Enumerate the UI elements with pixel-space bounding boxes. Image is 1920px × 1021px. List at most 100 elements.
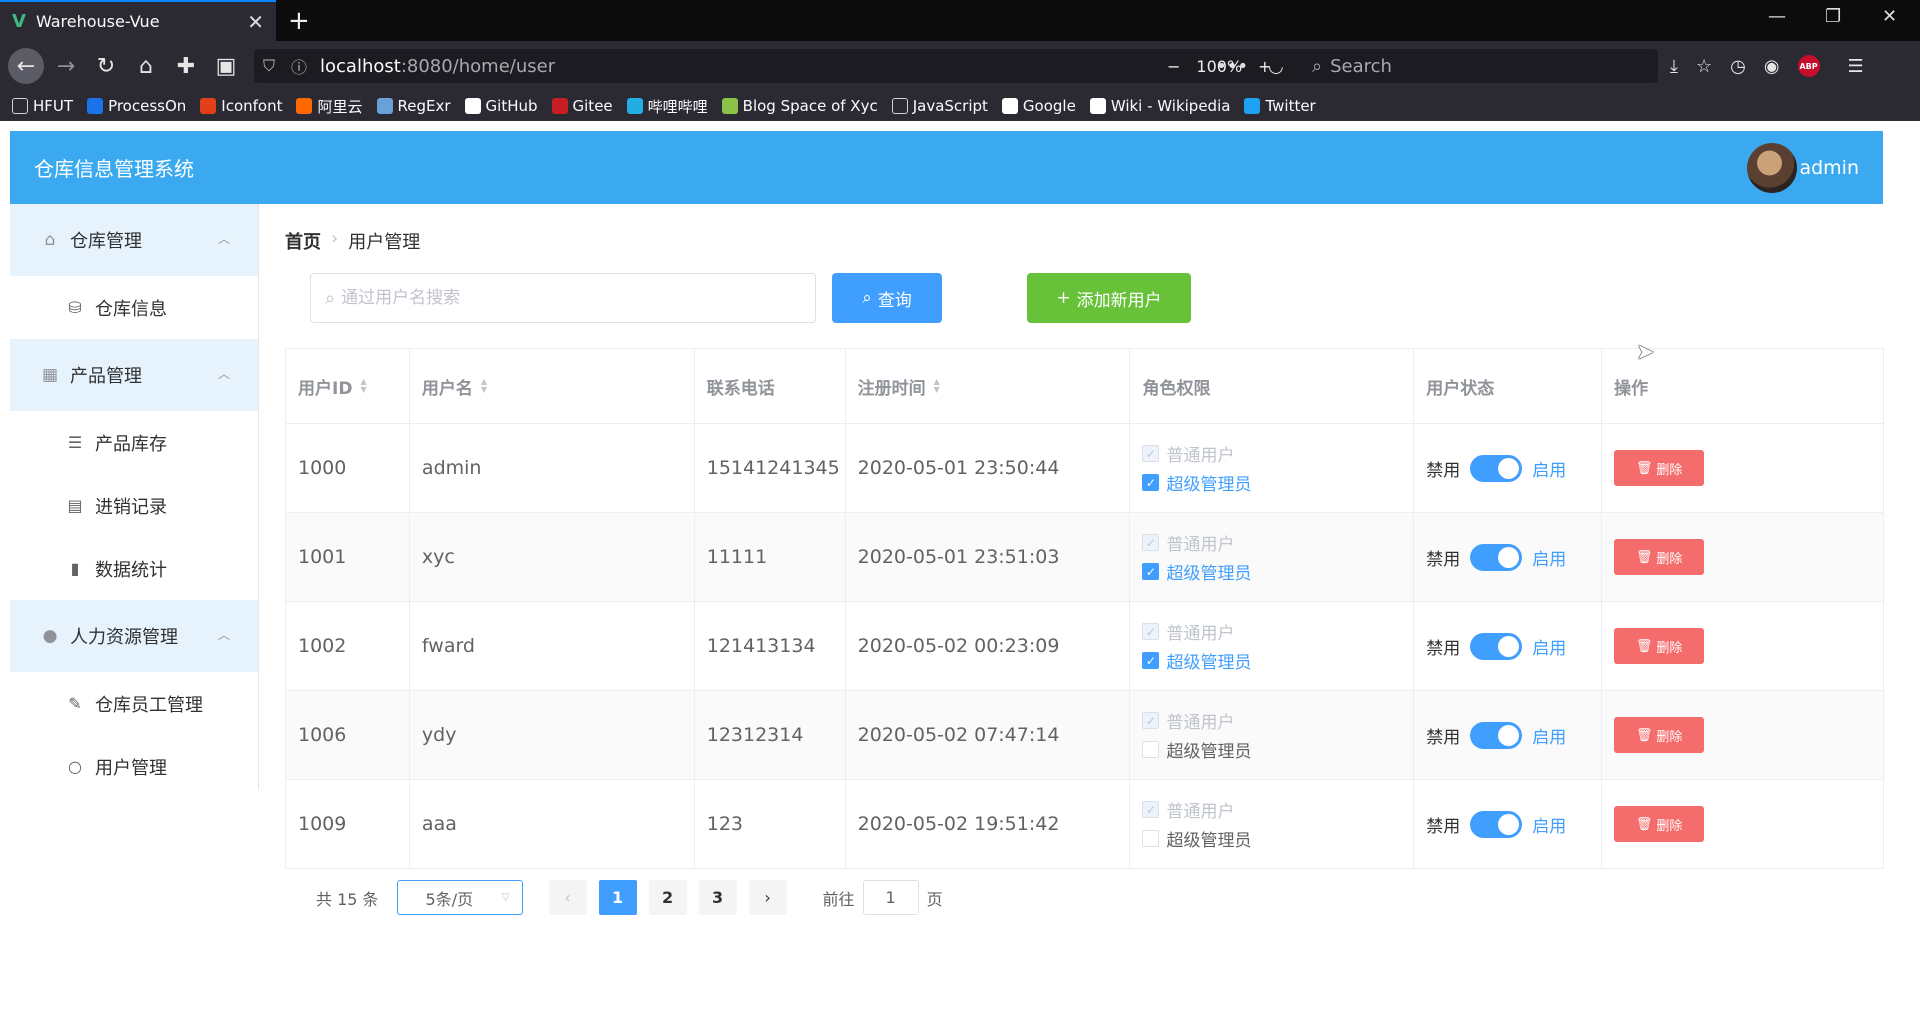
bookmark-item[interactable]: Blog Space of Xyc [721,97,878,115]
home-icon[interactable]: ⌂ [130,50,162,82]
status-enable-label[interactable]: 启用 [1532,812,1566,837]
status-toggle[interactable] [1470,721,1523,749]
checkbox-checked-icon[interactable]: ✓ [1142,474,1160,491]
bookmark-item[interactable]: Gitee [551,97,613,115]
breadcrumb-home[interactable]: 首页 [285,228,321,254]
library-icon[interactable]: ☆ [1696,56,1712,77]
bookmark-item[interactable]: Wiki - Wikipedia [1089,97,1230,115]
status-enable-label[interactable]: 启用 [1532,456,1566,481]
role-checkbox-super-admin[interactable]: ✓ 超级管理员 [1142,559,1251,584]
status-disable-label[interactable]: 禁用 [1426,545,1460,570]
delete-button[interactable]: 🗑 删除 [1614,806,1705,842]
delete-button[interactable]: 🗑 删除 [1614,717,1705,753]
sidebar-group-label: 仓库管理 [70,231,142,252]
status-disable-label[interactable]: 禁用 [1426,634,1460,659]
add-user-button[interactable]: + 添加新用户 [1027,273,1191,323]
download-icon[interactable]: ⤓ [1670,56,1678,77]
bookmark-item[interactable]: Twitter [1244,97,1316,115]
avatar[interactable] [1747,142,1798,193]
username[interactable]: admin [1799,157,1859,179]
bookmark-item[interactable]: ProcessOn [87,97,186,115]
menu-icon[interactable]: ☰ [1848,56,1864,77]
bookmark-item[interactable]: JavaScript [891,97,988,115]
browser-tab-active[interactable]: V Warehouse-Vue ✕ [0,0,276,41]
sidebar-item-product-stock[interactable]: ☰ 产品库存 [10,411,258,474]
checkbox-checked-icon[interactable]: ✓ [1142,563,1160,580]
back-button[interactable]: ← [8,48,44,84]
page-button-3[interactable]: 3 [698,880,737,915]
delete-button[interactable]: 🗑 删除 [1614,450,1705,486]
status-enable-label[interactable]: 启用 [1532,545,1566,570]
bookmark-item[interactable]: Google [1001,97,1076,115]
leaf-icon [721,98,738,114]
status-toggle[interactable] [1470,454,1523,482]
zoom-level[interactable]: 100% [1196,57,1242,76]
sort-icon[interactable]: ▲ ▼ [360,378,366,394]
status-disable-label[interactable]: 禁用 [1426,723,1460,748]
zoom-out-button[interactable]: − [1167,57,1180,76]
sidebar-item-statistics[interactable]: ▮ 数据统计 [10,537,258,600]
shield-icon[interactable]: ⛉ [254,56,284,76]
page-button-2[interactable]: 2 [648,880,687,915]
adblock-icon[interactable]: ABP [1797,55,1820,77]
status-toggle[interactable] [1470,543,1523,571]
checkbox-empty-icon[interactable] [1142,830,1160,847]
history-icon[interactable]: ◷ [1730,56,1746,77]
bookmark-item[interactable]: GitHub [464,97,538,115]
role-checkbox-super-admin[interactable]: ✓ 超级管理员 [1142,470,1251,495]
minimize-button[interactable]: — [1768,6,1786,27]
extensions-icon[interactable]: ✚ [170,50,202,82]
page-button-1[interactable]: 1 [598,880,637,915]
role-checkbox-super-admin[interactable]: 超级管理员 [1142,826,1251,851]
role-checkbox-super-admin[interactable]: 超级管理员 [1142,737,1251,762]
delete-button[interactable]: 🗑 删除 [1614,539,1705,575]
username-search-input[interactable]: ⌕ [310,273,816,323]
sidebar-item-users[interactable]: ○ 用户管理 [10,735,258,798]
user-menu[interactable]: admin [1747,142,1859,193]
zoom-in-button[interactable]: + [1258,57,1271,76]
close-window-button[interactable]: ✕ [1882,6,1897,27]
sidebar-group-product[interactable]: ▦ 产品管理 ︿ [10,339,258,411]
new-tab-button[interactable]: + [288,6,310,36]
sidebar-group-hr[interactable]: ● 人力资源管理 ︿ [10,600,258,672]
info-icon[interactable]: ⓘ [284,54,314,78]
bookmark-item[interactable]: Iconfont [200,97,282,115]
status-enable-label[interactable]: 启用 [1532,723,1566,748]
restore-button[interactable]: ❐ [1825,6,1841,27]
column-header-id[interactable]: 用户ID ▲ ▼ [286,349,410,424]
prev-page-button[interactable]: ‹ [548,880,587,915]
bookmark-item[interactable]: 阿里云 [296,96,363,117]
query-button[interactable]: ⌕ 查询 [832,273,942,323]
account-icon[interactable]: ◉ [1764,56,1780,77]
goto-page-input[interactable]: 1 [862,880,919,915]
sidebar-item-sales-records[interactable]: ▤ 进销记录 [10,474,258,537]
bookmark-item[interactable]: RegExr [376,97,451,115]
column-header-username[interactable]: 用户名 ▲ ▼ [409,349,695,424]
sidebar-group-warehouse[interactable]: ⌂ 仓库管理 ︿ [10,204,258,276]
close-tab-icon[interactable]: ✕ [247,10,264,34]
sidebar-item-warehouse-info[interactable]: ⛁ 仓库信息 [10,276,258,339]
role-checkbox-super-admin[interactable]: ✓ 超级管理员 [1142,648,1251,673]
status-toggle[interactable] [1470,632,1523,660]
checkbox-checked-icon[interactable]: ✓ [1142,652,1160,669]
column-header-register-time[interactable]: 注册时间 ▲ ▼ [845,349,1131,424]
status-toggle[interactable] [1470,810,1523,838]
status-enable-label[interactable]: 启用 [1532,634,1566,659]
checkbox-empty-icon[interactable] [1142,741,1160,758]
forward-button[interactable]: → [50,50,82,82]
search-bar[interactable]: ⌕ Search [1302,49,1658,83]
delete-button[interactable]: 🗑 删除 [1614,628,1705,664]
bookmark-item[interactable]: 哔哩哔哩 [626,96,708,117]
sort-icon[interactable]: ▲ ▼ [481,378,487,394]
status-disable-label[interactable]: 禁用 [1426,456,1460,481]
search-input[interactable] [341,288,782,308]
downloads-folder-icon[interactable]: ▣ [210,50,242,82]
status-disable-label[interactable]: 禁用 [1426,812,1460,837]
sort-icon[interactable]: ▲ ▼ [934,378,940,394]
bookmark-item[interactable]: HFUT [12,97,73,115]
sidebar-item-staff[interactable]: ✎ 仓库员工管理 [10,672,258,735]
page-size-select[interactable]: 5条/页 ▽ [396,880,523,915]
reload-button[interactable]: ↻ [90,50,122,82]
next-page-button[interactable]: › [748,880,787,915]
cell-register-time: 2020-05-02 19:51:42 [845,780,1131,869]
